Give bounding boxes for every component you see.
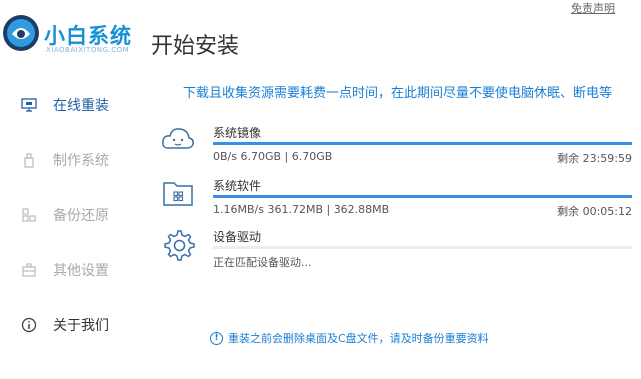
task-system-software: 系统软件 1.16MB/s 361.72MB | 362.88MB 剩余 00:…	[160, 175, 632, 225]
task-eta: 剩余 00:05:12	[557, 205, 632, 218]
sidebar-item-label: 备份还原	[53, 208, 109, 224]
backup-warning-text: 重装之前会删除桌面及C盘文件，请及时备份重要资料	[228, 332, 489, 345]
folder-icon	[163, 182, 193, 206]
backup-warning: ! 重装之前会删除桌面及C盘文件，请及时备份重要资料	[210, 330, 489, 346]
task-name: 系统镜像	[213, 126, 262, 140]
progress-track	[213, 246, 632, 249]
cloud-face-icon	[162, 128, 194, 149]
sidebar-item-label: 制作系统	[53, 153, 109, 169]
sidebar-item-backup-restore[interactable]: 备份还原	[0, 195, 145, 235]
info-icon	[20, 316, 38, 334]
sidebar-item-label: 其他设置	[53, 263, 109, 279]
sidebar-item-label: 关于我们	[53, 318, 109, 334]
task-name: 系统软件	[213, 179, 262, 193]
task-device-drivers: 设备驱动 正在匹配设备驱动...	[160, 226, 632, 276]
progress-fill	[213, 195, 632, 198]
logo-subtext: XIAOBAIXITONG.COM	[46, 46, 130, 54]
progress-track	[213, 142, 632, 145]
sidebar-item-other-settings[interactable]: 其他设置	[0, 250, 145, 290]
progress-fill	[213, 142, 632, 145]
sidebar-item-online-reinstall[interactable]: 在线重装	[0, 85, 145, 125]
sidebar-item-make-system[interactable]: 制作系统	[0, 140, 145, 180]
gear-icon	[164, 230, 195, 261]
disclaimer-link[interactable]: 免责声明	[571, 0, 615, 16]
task-name: 设备驱动	[213, 230, 262, 244]
backup-icon	[20, 206, 38, 224]
task-system-image: 系统镜像 0B/s 6.70GB | 6.70GB 剩余 23:59:59	[160, 122, 632, 172]
progress-track	[213, 195, 632, 198]
info-icon: !	[210, 331, 223, 345]
usb-icon	[20, 151, 38, 169]
app-logo: 小白系统 XIAOBAIXITONG.COM	[2, 6, 142, 66]
page-title: 开始安装	[151, 34, 240, 59]
logo-mark-icon	[3, 15, 39, 51]
monitor-icon	[20, 96, 38, 114]
task-eta: 剩余 23:59:59	[557, 152, 632, 165]
task-detail: 0B/s 6.70GB | 6.70GB	[213, 150, 333, 163]
sidebar-item-label: 在线重装	[53, 98, 109, 114]
task-detail: 正在匹配设备驱动...	[213, 256, 312, 269]
task-detail: 1.16MB/s 361.72MB | 362.88MB	[213, 203, 390, 216]
download-notice: 下载且收集资源需要耗费一点时间，在此期间尽量不要使电脑休眠、断电等	[183, 86, 613, 101]
briefcase-icon	[20, 261, 38, 279]
sidebar-item-about-us[interactable]: 关于我们	[0, 305, 145, 345]
